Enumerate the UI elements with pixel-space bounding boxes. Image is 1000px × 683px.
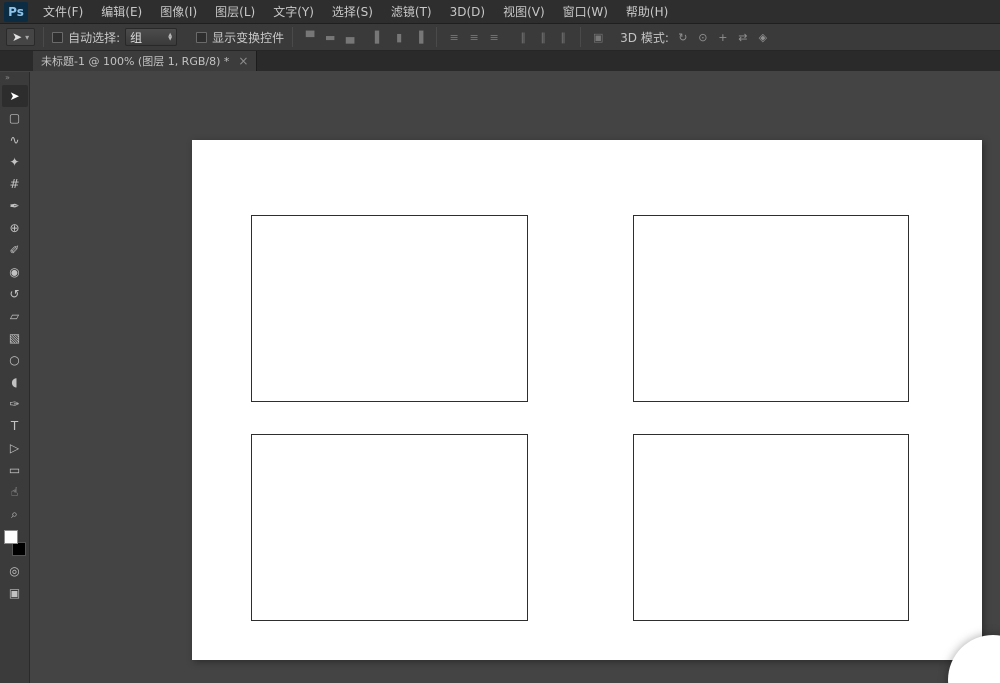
3d-rotate-icon[interactable]: ↻ [674, 29, 692, 45]
mode-3d-label: 3D 模式: [620, 29, 669, 46]
eyedropper-tool[interactable]: ✒ [2, 195, 28, 217]
history-brush-tool[interactable]: ↺ [2, 283, 28, 305]
type-tool[interactable]: T [2, 415, 28, 437]
rectangle-tool[interactable]: ▭ [2, 459, 28, 481]
show-transform-checkbox[interactable] [196, 32, 207, 43]
menu-image[interactable]: 图像(I) [151, 0, 206, 24]
auto-select-checkbox[interactable] [52, 32, 63, 43]
menu-select[interactable]: 选择(S) [323, 0, 382, 24]
move-tool[interactable]: ➤ [2, 85, 28, 107]
color-swatches[interactable] [4, 530, 26, 556]
menu-help[interactable]: 帮助(H) [617, 0, 677, 24]
distribute-sides-group: ∥ ∥ ∥ [514, 29, 572, 45]
show-transform-label: 显示变换控件 [212, 29, 284, 46]
zoom-tool[interactable]: ⌕ [2, 503, 28, 525]
menu-bar: Ps 文件(F) 编辑(E) 图像(I) 图层(L) 文字(Y) 选择(S) 滤… [0, 0, 1000, 24]
align-right-edges-icon[interactable]: ▐ [410, 29, 428, 45]
distribute-bottom-edges-icon[interactable]: ≡ [485, 29, 503, 45]
tool-preset-picker[interactable]: ➤ ▾ [6, 28, 35, 46]
align-sides-group: ▌ ▮ ▐ [370, 29, 428, 45]
canvas-frame-1 [251, 215, 528, 402]
healing-brush-tool[interactable]: ⊕ [2, 217, 28, 239]
align-edges-group: ▀ ▬ ▄ [301, 29, 359, 45]
gradient-tool[interactable]: ▧ [2, 327, 28, 349]
auto-select-target-dropdown[interactable]: 组 ▲ ▼ [125, 28, 177, 46]
menu-window[interactable]: 窗口(W) [554, 0, 617, 24]
options-bar: ➤ ▾ 自动选择: 组 ▲ ▼ 显示变换控件 ▀ ▬ ▄ ▌ ▮ ▐ ≡ ≡ ≡… [0, 24, 1000, 51]
distribute-horizontal-centers-icon[interactable]: ∥ [534, 29, 552, 45]
menu-file[interactable]: 文件(F) [34, 0, 92, 24]
dropdown-spinner-icon: ▲ ▼ [168, 33, 172, 41]
main-area: » ➤ ▢ ∿ ✦ # ✒ ⊕ ✐ ◉ ↺ ▱ ▧ ○ ◖ ✑ T ▷ ▭ ☝ … [0, 72, 1000, 683]
path-selection-tool[interactable]: ▷ [2, 437, 28, 459]
eraser-tool[interactable]: ▱ [2, 305, 28, 327]
clone-stamp-tool[interactable]: ◉ [2, 261, 28, 283]
canvas-frame-4 [633, 434, 909, 621]
toolbox: » ➤ ▢ ∿ ✦ # ✒ ⊕ ✐ ◉ ↺ ▱ ▧ ○ ◖ ✑ T ▷ ▭ ☝ … [0, 72, 30, 683]
document-tab-title: 未标题-1 @ 100% (图层 1, RGB/8) * [41, 53, 229, 69]
close-icon[interactable]: × [238, 55, 248, 67]
magic-wand-tool[interactable]: ✦ [2, 151, 28, 173]
3d-roll-icon[interactable]: ⊙ [694, 29, 712, 45]
menu-3d[interactable]: 3D(D) [441, 0, 494, 24]
distribute-vertical-centers-icon[interactable]: ≡ [465, 29, 483, 45]
quick-mask-mode-button[interactable]: ◎ [2, 560, 28, 582]
distribute-left-edges-icon[interactable]: ∥ [514, 29, 532, 45]
rectangular-marquee-tool[interactable]: ▢ [2, 107, 28, 129]
3d-drag-icon[interactable]: + [714, 29, 732, 45]
dodge-tool[interactable]: ◖ [2, 371, 28, 393]
pen-tool[interactable]: ✑ [2, 393, 28, 415]
canvas-frame-2 [633, 215, 909, 402]
3d-slide-icon[interactable]: ⇄ [734, 29, 752, 45]
chevron-down-icon: ▾ [25, 33, 29, 42]
distribute-edges-group: ≡ ≡ ≡ [445, 29, 503, 45]
menu-filter[interactable]: 滤镜(T) [382, 0, 441, 24]
canvas-document[interactable] [192, 140, 982, 660]
align-vertical-centers-icon[interactable]: ▬ [321, 29, 339, 45]
distribute-top-edges-icon[interactable]: ≡ [445, 29, 463, 45]
3d-scale-icon[interactable]: ◈ [754, 29, 772, 45]
hand-tool[interactable]: ☝ [2, 481, 28, 503]
canvas-frame-3 [251, 434, 528, 621]
mode-3d-group: ↻ ⊙ + ⇄ ◈ [674, 29, 772, 45]
menu-view[interactable]: 视图(V) [494, 0, 554, 24]
move-tool-icon: ➤ [12, 30, 22, 44]
workspace [30, 72, 1000, 683]
photoshop-logo: Ps [4, 2, 28, 22]
document-tab-bar: 未标题-1 @ 100% (图层 1, RGB/8) * × [0, 51, 1000, 71]
auto-align-layers-icon[interactable]: ▣ [589, 29, 607, 45]
auto-select-label: 自动选择: [68, 29, 120, 46]
blur-tool[interactable]: ○ [2, 349, 28, 371]
align-bottom-edges-icon[interactable]: ▄ [341, 29, 359, 45]
separator [580, 27, 581, 47]
screen-mode-button[interactable]: ▣ [2, 582, 28, 604]
foreground-color-swatch[interactable] [4, 530, 18, 544]
menu-type[interactable]: 文字(Y) [264, 0, 323, 24]
crop-tool[interactable]: # [2, 173, 28, 195]
align-horizontal-centers-icon[interactable]: ▮ [390, 29, 408, 45]
document-tab[interactable]: 未标题-1 @ 100% (图层 1, RGB/8) * × [33, 51, 257, 71]
menu-edit[interactable]: 编辑(E) [92, 0, 151, 24]
separator [43, 27, 44, 47]
separator [436, 27, 437, 47]
align-left-edges-icon[interactable]: ▌ [370, 29, 388, 45]
brush-tool[interactable]: ✐ [2, 239, 28, 261]
auto-select-target-value: 组 [130, 29, 142, 46]
menu-layer[interactable]: 图层(L) [206, 0, 264, 24]
separator [292, 27, 293, 47]
align-top-edges-icon[interactable]: ▀ [301, 29, 319, 45]
toolbox-collapse-icon[interactable]: » [0, 73, 9, 85]
distribute-right-edges-icon[interactable]: ∥ [554, 29, 572, 45]
background-color-swatch[interactable] [12, 542, 26, 556]
lasso-tool[interactable]: ∿ [2, 129, 28, 151]
